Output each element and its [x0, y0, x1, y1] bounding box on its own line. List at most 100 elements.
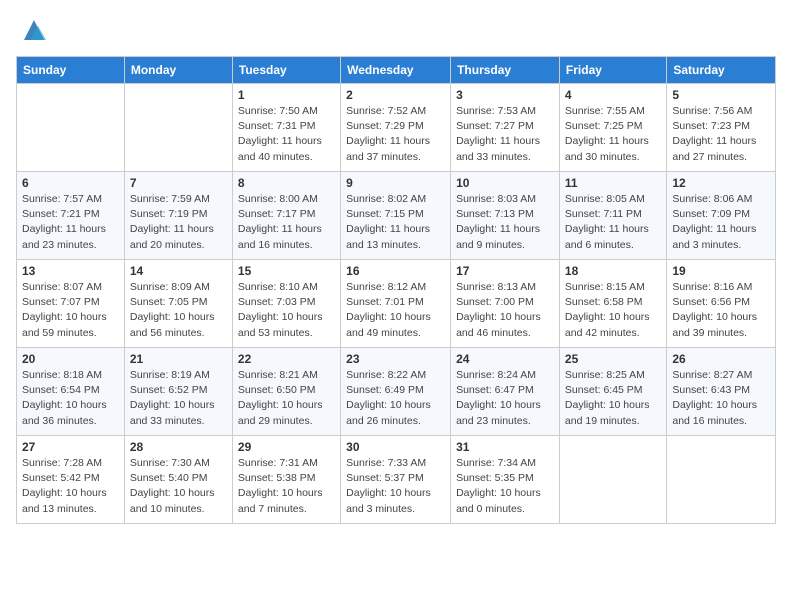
day-info: Sunrise: 8:13 AM Sunset: 7:00 PM Dayligh… — [456, 280, 554, 341]
logo — [16, 16, 48, 44]
day-of-week-header: Thursday — [451, 57, 560, 84]
calendar-cell: 8 Sunrise: 8:00 AM Sunset: 7:17 PM Daylig… — [232, 172, 340, 260]
day-number: 16 — [346, 264, 445, 278]
calendar-cell: 30 Sunrise: 7:33 AM Sunset: 5:37 PM Dayli… — [341, 436, 451, 524]
calendar-cell: 20Sunrise: 8:18 AM Sunset: 6:54 PM Dayli… — [17, 348, 125, 436]
calendar-cell: 21 Sunrise: 8:19 AM Sunset: 6:52 PM Dayli… — [124, 348, 232, 436]
calendar-cell: 23 Sunrise: 8:22 AM Sunset: 6:49 PM Dayli… — [341, 348, 451, 436]
day-number: 29 — [238, 440, 335, 454]
calendar-cell: 13Sunrise: 8:07 AM Sunset: 7:07 PM Dayli… — [17, 260, 125, 348]
day-info: Sunrise: 8:06 AM Sunset: 7:09 PM Dayligh… — [672, 192, 770, 253]
day-number: 18 — [565, 264, 661, 278]
calendar-cell: 26 Sunrise: 8:27 AM Sunset: 6:43 PM Dayli… — [667, 348, 776, 436]
day-of-week-header: Friday — [559, 57, 666, 84]
day-number: 24 — [456, 352, 554, 366]
calendar-cell: 5 Sunrise: 7:56 AM Sunset: 7:23 PM Daylig… — [667, 84, 776, 172]
calendar-cell: 19Sunrise: 8:16 AM Sunset: 6:56 PM Dayli… — [667, 260, 776, 348]
calendar-cell: 12 Sunrise: 8:06 AM Sunset: 7:09 PM Dayli… — [667, 172, 776, 260]
calendar-cell: 31 Sunrise: 7:34 AM Sunset: 5:35 PM Dayli… — [451, 436, 560, 524]
day-info: Sunrise: 7:31 AM Sunset: 5:38 PM Dayligh… — [238, 456, 335, 517]
day-number: 12 — [672, 176, 770, 190]
calendar-cell: 14Sunrise: 8:09 AM Sunset: 7:05 PM Dayli… — [124, 260, 232, 348]
day-info: Sunrise: 8:19 AM Sunset: 6:52 PM Dayligh… — [130, 368, 227, 429]
calendar-week-row: 13Sunrise: 8:07 AM Sunset: 7:07 PM Dayli… — [17, 260, 776, 348]
calendar-cell: 17 Sunrise: 8:13 AM Sunset: 7:00 PM Dayli… — [451, 260, 560, 348]
day-number: 20 — [22, 352, 119, 366]
calendar-cell — [17, 84, 125, 172]
calendar-cell: 2 Sunrise: 7:52 AM Sunset: 7:29 PM Daylig… — [341, 84, 451, 172]
day-info: Sunrise: 7:34 AM Sunset: 5:35 PM Dayligh… — [456, 456, 554, 517]
calendar-cell: 28 Sunrise: 7:30 AM Sunset: 5:40 PM Dayli… — [124, 436, 232, 524]
calendar-cell: 29 Sunrise: 7:31 AM Sunset: 5:38 PM Dayli… — [232, 436, 340, 524]
day-number: 22 — [238, 352, 335, 366]
day-number: 28 — [130, 440, 227, 454]
day-info: Sunrise: 8:21 AM Sunset: 6:50 PM Dayligh… — [238, 368, 335, 429]
day-info: Sunrise: 8:12 AM Sunset: 7:01 PM Dayligh… — [346, 280, 445, 341]
day-of-week-header: Sunday — [17, 57, 125, 84]
day-info: Sunrise: 8:24 AM Sunset: 6:47 PM Dayligh… — [456, 368, 554, 429]
calendar-cell: 24 Sunrise: 8:24 AM Sunset: 6:47 PM Dayli… — [451, 348, 560, 436]
calendar-cell: 11Sunrise: 8:05 AM Sunset: 7:11 PM Dayli… — [559, 172, 666, 260]
day-info: Sunrise: 7:28 AM Sunset: 5:42 PM Dayligh… — [22, 456, 119, 517]
day-number: 14 — [130, 264, 227, 278]
calendar-cell: 4 Sunrise: 7:55 AM Sunset: 7:25 PM Daylig… — [559, 84, 666, 172]
day-number: 1 — [238, 88, 335, 102]
day-number: 15 — [238, 264, 335, 278]
day-info: Sunrise: 8:10 AM Sunset: 7:03 PM Dayligh… — [238, 280, 335, 341]
day-number: 6 — [22, 176, 119, 190]
calendar-cell: 7 Sunrise: 7:59 AM Sunset: 7:19 PM Daylig… — [124, 172, 232, 260]
day-number: 5 — [672, 88, 770, 102]
calendar-cell — [559, 436, 666, 524]
day-number: 7 — [130, 176, 227, 190]
calendar-cell: 10Sunrise: 8:03 AM Sunset: 7:13 PM Dayli… — [451, 172, 560, 260]
day-number: 4 — [565, 88, 661, 102]
day-info: Sunrise: 8:22 AM Sunset: 6:49 PM Dayligh… — [346, 368, 445, 429]
calendar-cell: 15 Sunrise: 8:10 AM Sunset: 7:03 PM Dayli… — [232, 260, 340, 348]
day-info: Sunrise: 7:55 AM Sunset: 7:25 PM Dayligh… — [565, 104, 661, 165]
day-info: Sunrise: 7:50 AM Sunset: 7:31 PM Dayligh… — [238, 104, 335, 165]
day-number: 3 — [456, 88, 554, 102]
day-info: Sunrise: 8:00 AM Sunset: 7:17 PM Dayligh… — [238, 192, 335, 253]
day-info: Sunrise: 7:56 AM Sunset: 7:23 PM Dayligh… — [672, 104, 770, 165]
calendar-table: SundayMondayTuesdayWednesdayThursdayFrid… — [16, 56, 776, 524]
day-of-week-header: Monday — [124, 57, 232, 84]
day-number: 9 — [346, 176, 445, 190]
day-number: 17 — [456, 264, 554, 278]
day-of-week-header: Wednesday — [341, 57, 451, 84]
day-info: Sunrise: 8:02 AM Sunset: 7:15 PM Dayligh… — [346, 192, 445, 253]
day-of-week-header: Saturday — [667, 57, 776, 84]
calendar-cell: 3 Sunrise: 7:53 AM Sunset: 7:27 PM Daylig… — [451, 84, 560, 172]
calendar-cell — [667, 436, 776, 524]
calendar-cell: 6 Sunrise: 7:57 AM Sunset: 7:21 PM Daylig… — [17, 172, 125, 260]
day-info: Sunrise: 7:52 AM Sunset: 7:29 PM Dayligh… — [346, 104, 445, 165]
day-number: 11 — [565, 176, 661, 190]
day-number: 8 — [238, 176, 335, 190]
day-number: 27 — [22, 440, 119, 454]
calendar-week-row: 27 Sunrise: 7:28 AM Sunset: 5:42 PM Dayli… — [17, 436, 776, 524]
day-number: 23 — [346, 352, 445, 366]
day-info: Sunrise: 7:53 AM Sunset: 7:27 PM Dayligh… — [456, 104, 554, 165]
page-header — [16, 16, 776, 44]
day-number: 25 — [565, 352, 661, 366]
day-number: 21 — [130, 352, 227, 366]
day-info: Sunrise: 7:57 AM Sunset: 7:21 PM Dayligh… — [22, 192, 119, 253]
day-info: Sunrise: 8:27 AM Sunset: 6:43 PM Dayligh… — [672, 368, 770, 429]
day-number: 30 — [346, 440, 445, 454]
day-info: Sunrise: 8:16 AM Sunset: 6:56 PM Dayligh… — [672, 280, 770, 341]
calendar-week-row: 20Sunrise: 8:18 AM Sunset: 6:54 PM Dayli… — [17, 348, 776, 436]
logo-icon — [20, 16, 48, 44]
calendar-cell: 27 Sunrise: 7:28 AM Sunset: 5:42 PM Dayli… — [17, 436, 125, 524]
day-info: Sunrise: 7:30 AM Sunset: 5:40 PM Dayligh… — [130, 456, 227, 517]
day-info: Sunrise: 8:07 AM Sunset: 7:07 PM Dayligh… — [22, 280, 119, 341]
day-info: Sunrise: 7:33 AM Sunset: 5:37 PM Dayligh… — [346, 456, 445, 517]
day-number: 26 — [672, 352, 770, 366]
calendar-cell: 25Sunrise: 8:25 AM Sunset: 6:45 PM Dayli… — [559, 348, 666, 436]
day-info: Sunrise: 7:59 AM Sunset: 7:19 PM Dayligh… — [130, 192, 227, 253]
calendar-cell: 22 Sunrise: 8:21 AM Sunset: 6:50 PM Dayli… — [232, 348, 340, 436]
day-number: 2 — [346, 88, 445, 102]
calendar-week-row: 1 Sunrise: 7:50 AM Sunset: 7:31 PM Daylig… — [17, 84, 776, 172]
calendar-cell: 18Sunrise: 8:15 AM Sunset: 6:58 PM Dayli… — [559, 260, 666, 348]
calendar-week-row: 6 Sunrise: 7:57 AM Sunset: 7:21 PM Daylig… — [17, 172, 776, 260]
calendar-cell: 1 Sunrise: 7:50 AM Sunset: 7:31 PM Daylig… — [232, 84, 340, 172]
day-number: 31 — [456, 440, 554, 454]
